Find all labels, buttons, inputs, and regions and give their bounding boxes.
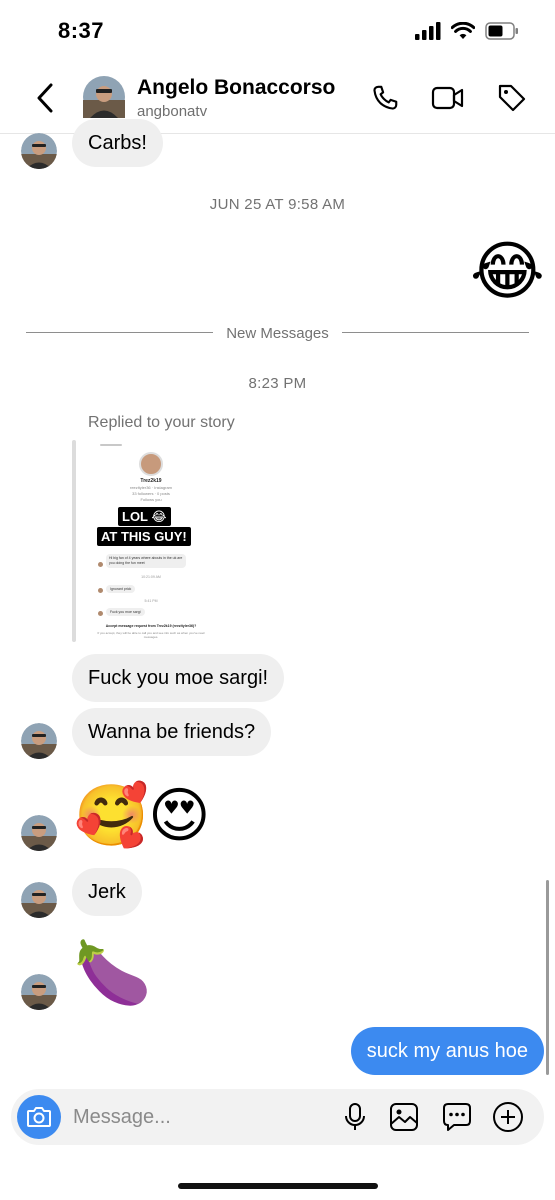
status-time: 8:37 [58,18,105,43]
story-message-2: Ignorant prick [106,585,136,593]
story-accept-text: Accept message request from Trez2k19 (re… [105,624,197,628]
story-message-1: Hi big fan of 4 years where abouts in th… [106,554,186,568]
camera-button[interactable] [17,1095,61,1139]
story-preview[interactable]: Trez2k19 reezltyler36 · Instagram 33 fol… [88,440,214,642]
tag-icon [498,84,526,112]
sticker-icon [443,1103,471,1131]
story-mini-avatar [98,611,103,616]
cellular-signal-icon [415,22,441,45]
story-mini-avatar [98,588,103,593]
received-message[interactable]: Carbs! [72,119,163,167]
received-message[interactable]: Fuck you moe sargi! [72,654,285,702]
more-button[interactable] [491,1100,525,1134]
sender-avatar[interactable] [21,974,57,1010]
story-reply-label: Replied to your story [88,414,235,431]
timestamp: 8:23 PM [248,375,307,392]
tag-button[interactable] [495,82,529,114]
contact-name[interactable]: Angelo Bonaccorso [137,76,335,100]
contact-avatar[interactable] [83,76,125,118]
camera-icon [27,1107,51,1127]
story-subtitle-1: reezltyler36 · Instagram [129,485,172,490]
received-emoji-hearts[interactable]: 🥰 [74,786,149,846]
scrollbar[interactable] [546,880,549,1075]
story-accept-subtext: If you accept, they will be able to call… [97,631,205,639]
new-messages-divider-right [342,332,529,333]
plus-icon [493,1102,523,1132]
back-button[interactable] [30,80,60,116]
story-subtitle-2: 33 followers · 0 posts [132,491,170,496]
status-icons [415,21,519,45]
audio-call-button[interactable] [368,82,402,114]
sender-avatar[interactable] [21,815,57,851]
received-emoji-eggplant[interactable]: 🍆 [74,942,151,1004]
timestamp: JUN 25 AT 9:58 AM [209,196,346,213]
story-time-1: 10:21:09 AM [141,575,161,579]
message-composer [11,1089,544,1145]
sender-avatar[interactable] [21,133,57,169]
contact-handle[interactable]: angbonatv [137,103,207,120]
video-camera-icon [431,86,464,110]
received-message[interactable]: Jerk [72,868,142,916]
received-message[interactable]: Wanna be friends? [72,708,272,756]
story-top-line [100,444,122,446]
received-emoji-heart-eyes[interactable]: 😍 [148,786,211,846]
microphone-icon [345,1103,365,1130]
chevron-left-icon [37,83,53,113]
story-caption-line-2: AT THIS GUY! [97,527,191,546]
sticker-button[interactable] [440,1100,474,1134]
phone-icon [373,85,398,110]
gallery-icon [390,1103,418,1131]
gallery-button[interactable] [387,1100,421,1134]
video-call-button[interactable] [431,82,465,114]
story-time-2: 5:41 PM [144,599,158,603]
home-indicator[interactable] [178,1183,378,1189]
story-caption-line-1: LOL 😂 [118,507,171,526]
story-subtitle-3: Follows you [140,497,162,502]
sender-avatar[interactable] [21,723,57,759]
sender-avatar[interactable] [21,882,57,918]
message-input[interactable] [73,1089,323,1145]
story-reply-bar [72,440,76,642]
sent-emoji-laughing[interactable]: 😂 [470,240,545,304]
story-username: Trez2k19 [140,478,162,484]
sent-message[interactable]: suck my anus hoe [350,1027,544,1075]
status-bar: 8:37 [0,0,555,62]
voice-message-button[interactable] [338,1100,372,1134]
wifi-icon [450,21,476,45]
new-messages-label: New Messages [226,325,329,342]
story-mini-avatar [98,562,103,567]
story-profile-avatar [139,452,163,476]
battery-icon [485,22,519,45]
story-message-3: Fuck you moe sargi [106,608,145,616]
